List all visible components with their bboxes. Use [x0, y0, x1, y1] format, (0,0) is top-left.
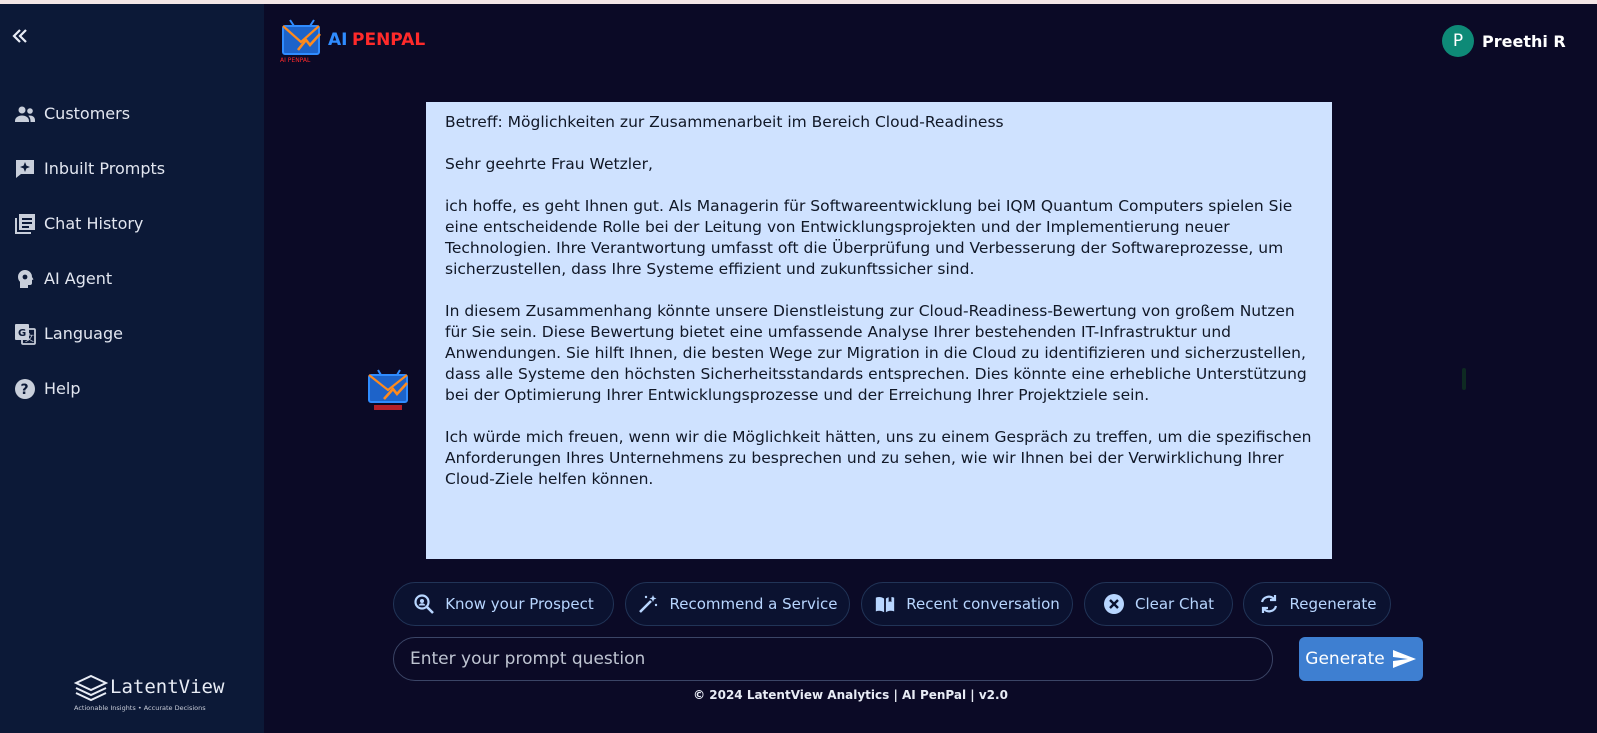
svg-text:?: ? [21, 382, 29, 398]
refresh-icon [1258, 593, 1280, 615]
chat-message-bubble: Betreff: Möglichkeiten zur Zusammenarbei… [426, 102, 1332, 559]
regenerate-button[interactable]: Regenerate [1243, 582, 1391, 626]
prompt-sparkle-icon [12, 156, 38, 182]
sidebar-item-help[interactable]: ? Help [0, 361, 264, 416]
magic-wand-icon [637, 593, 659, 615]
people-icon [12, 101, 38, 127]
sidebar-item-customers[interactable]: Customers [0, 86, 264, 141]
collapse-sidebar-icon[interactable] [10, 26, 32, 48]
logo-ai-text: AI [328, 30, 348, 50]
sidebar-item-ai-agent[interactable]: AI Agent [0, 251, 264, 306]
translate-icon: G文 [12, 321, 38, 347]
bot-avatar-icon [366, 368, 412, 412]
send-icon [1391, 648, 1417, 670]
latentview-tagline: Actionable Insights • Accurate Decisions [74, 704, 206, 712]
sidebar-item-label: Chat History [44, 214, 144, 233]
recent-conversation-button[interactable]: Recent conversation [861, 582, 1073, 626]
message-subject: Betreff: Möglichkeiten zur Zusammenarbei… [445, 113, 1004, 131]
library-icon [12, 211, 38, 237]
footer-text: © 2024 LatentView Analytics | AI PenPal … [693, 688, 1008, 702]
scroll-indicator [1462, 368, 1466, 390]
sidebar-item-inbuilt-prompts[interactable]: Inbuilt Prompts [0, 141, 264, 196]
penpal-mail-icon: AI PENPAL [280, 19, 321, 64]
prospect-search-icon [413, 593, 435, 615]
sidebar-nav: Customers Inbuilt Prompts Chat History A… [0, 86, 264, 416]
logo-sub-text: AI PENPAL [280, 57, 311, 64]
ai-penpal-logo: AI PENPAL AI PENPAL [280, 16, 425, 66]
recommend-service-label: Recommend a Service [669, 595, 838, 613]
footer: © 2024 LatentView Analytics | AI PenPal … [0, 688, 1597, 702]
message-paragraph: Ich würde mich freuen, wenn wir die Mögl… [445, 428, 1312, 488]
avatar[interactable]: P [1442, 25, 1474, 57]
open-book-icon [874, 593, 896, 615]
recommend-service-button[interactable]: Recommend a Service [625, 582, 850, 626]
sidebar-item-label: Inbuilt Prompts [44, 159, 166, 178]
know-your-prospect-label: Know your Prospect [445, 595, 594, 613]
clear-chat-button[interactable]: Clear Chat [1084, 582, 1233, 626]
close-circle-icon [1103, 593, 1125, 615]
help-icon: ? [12, 376, 38, 402]
logo-penpal-text: PENPAL [352, 30, 426, 50]
recent-conversation-label: Recent conversation [906, 595, 1060, 613]
user-name: Preethi R [1482, 31, 1566, 51]
message-paragraph: ich hoffe, es geht Ihnen gut. Als Manage… [445, 197, 1293, 278]
generate-button[interactable]: Generate [1299, 637, 1423, 681]
user-profile[interactable]: P Preethi R [1442, 25, 1566, 57]
sidebar: Customers Inbuilt Prompts Chat History A… [0, 4, 264, 733]
agent-head-icon [12, 266, 38, 292]
know-your-prospect-button[interactable]: Know your Prospect [393, 582, 614, 626]
sidebar-item-chat-history[interactable]: Chat History [0, 196, 264, 251]
sidebar-item-label: Help [44, 379, 81, 398]
sidebar-item-language[interactable]: G文 Language [0, 306, 264, 361]
regenerate-label: Regenerate [1289, 595, 1377, 613]
svg-text:文: 文 [25, 332, 34, 344]
message-greeting: Sehr geehrte Frau Wetzler, [445, 155, 653, 173]
prompt-input[interactable] [393, 637, 1273, 681]
sidebar-item-label: Language [44, 324, 123, 343]
generate-label: Generate [1305, 649, 1385, 669]
message-paragraph: In diesem Zusammenhang könnte unsere Die… [445, 302, 1307, 404]
sidebar-item-label: Customers [44, 104, 131, 123]
clear-chat-label: Clear Chat [1134, 595, 1215, 613]
sidebar-item-label: AI Agent [44, 269, 113, 288]
